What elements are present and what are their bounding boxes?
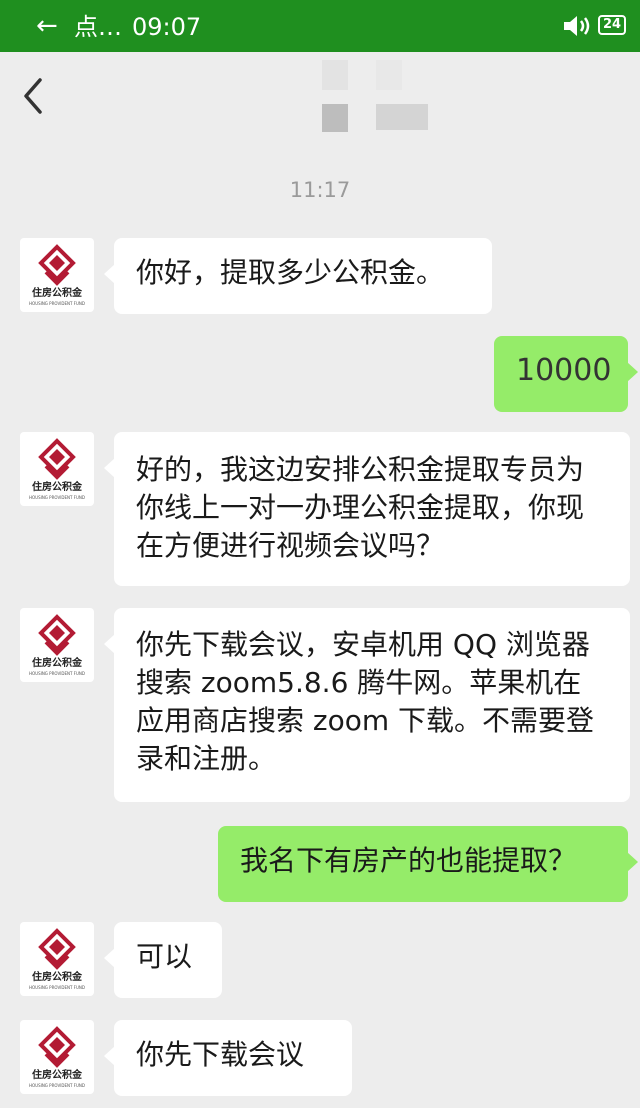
svg-text:住房公积金: 住房公积金 xyxy=(32,656,83,669)
svg-text:HOUSING PROVIDENT FUND: HOUSING PROVIDENT FUND xyxy=(29,985,85,990)
back-chevron-icon[interactable] xyxy=(20,76,48,116)
housing-fund-logo-icon: 住房公积金 HOUSING PROVIDENT FUND xyxy=(29,244,85,306)
blurred-contact-name-2 xyxy=(376,60,402,90)
received-message-bubble: 你好，提取多少公积金。 xyxy=(104,238,492,314)
housing-fund-logo-icon: 住房公积金 HOUSING PROVIDENT FUND xyxy=(29,614,85,676)
svg-text:HOUSING PROVIDENT FUND: HOUSING PROVIDENT FUND xyxy=(29,301,85,306)
battery-indicator: 24 xyxy=(598,15,626,35)
status-back-arrow-icon[interactable]: ← xyxy=(36,10,58,42)
housing-fund-logo-icon: 住房公积金 HOUSING PROVIDENT FUND xyxy=(29,1026,85,1088)
received-message-bubble: 可以 xyxy=(104,922,222,998)
chat-header xyxy=(0,52,640,152)
sender-avatar[interactable]: 住房公积金 HOUSING PROVIDENT FUND xyxy=(20,432,94,506)
received-message-bubble: 你先下载会议 xyxy=(104,1020,352,1096)
sent-message-bubble: 我名下有房产的也能提取？ xyxy=(218,826,638,902)
sender-avatar[interactable]: 住房公积金 HOUSING PROVIDENT FUND xyxy=(20,238,94,312)
status-time: 09:07 xyxy=(132,13,202,41)
svg-text:住房公积金: 住房公积金 xyxy=(32,286,83,299)
received-message-bubble: 好的，我这边安排公积金提取专员为你线上一对一办理公积金提取，你现在方便进行视频会… xyxy=(104,432,630,586)
sent-message-bubble: 10000 xyxy=(494,336,638,412)
housing-fund-logo-icon: 住房公积金 HOUSING PROVIDENT FUND xyxy=(29,928,85,990)
blurred-contact-name-4 xyxy=(376,104,428,130)
blurred-contact-name xyxy=(322,60,348,90)
sent-message-text: 10000 xyxy=(516,353,612,388)
sender-avatar[interactable]: 住房公积金 HOUSING PROVIDENT FUND xyxy=(20,1020,94,1094)
svg-text:HOUSING PROVIDENT FUND: HOUSING PROVIDENT FUND xyxy=(29,495,85,500)
svg-text:住房公积金: 住房公积金 xyxy=(32,970,83,983)
svg-text:住房公积金: 住房公积金 xyxy=(32,1068,83,1081)
svg-text:HOUSING PROVIDENT FUND: HOUSING PROVIDENT FUND xyxy=(29,671,85,676)
sender-avatar[interactable]: 住房公积金 HOUSING PROVIDENT FUND xyxy=(20,608,94,682)
status-app-title: 点… xyxy=(74,13,122,41)
housing-fund-logo-icon: 住房公积金 HOUSING PROVIDENT FUND xyxy=(29,438,85,500)
status-bar: ← 点… 09:07 24 xyxy=(0,0,640,52)
svg-text:住房公积金: 住房公积金 xyxy=(32,480,83,493)
blurred-contact-name-3 xyxy=(322,104,348,132)
sender-avatar[interactable]: 住房公积金 HOUSING PROVIDENT FUND xyxy=(20,922,94,996)
volume-icon xyxy=(564,16,590,36)
svg-text:HOUSING PROVIDENT FUND: HOUSING PROVIDENT FUND xyxy=(29,1083,85,1088)
received-message-bubble: 你先下载会议，安卓机用 QQ 浏览器搜索 zoom5.8.6 腾牛网。苹果机在应… xyxy=(104,608,630,802)
message-timestamp: 11:17 xyxy=(289,178,351,202)
sent-message-text: 我名下有房产的也能提取？ xyxy=(240,844,577,877)
